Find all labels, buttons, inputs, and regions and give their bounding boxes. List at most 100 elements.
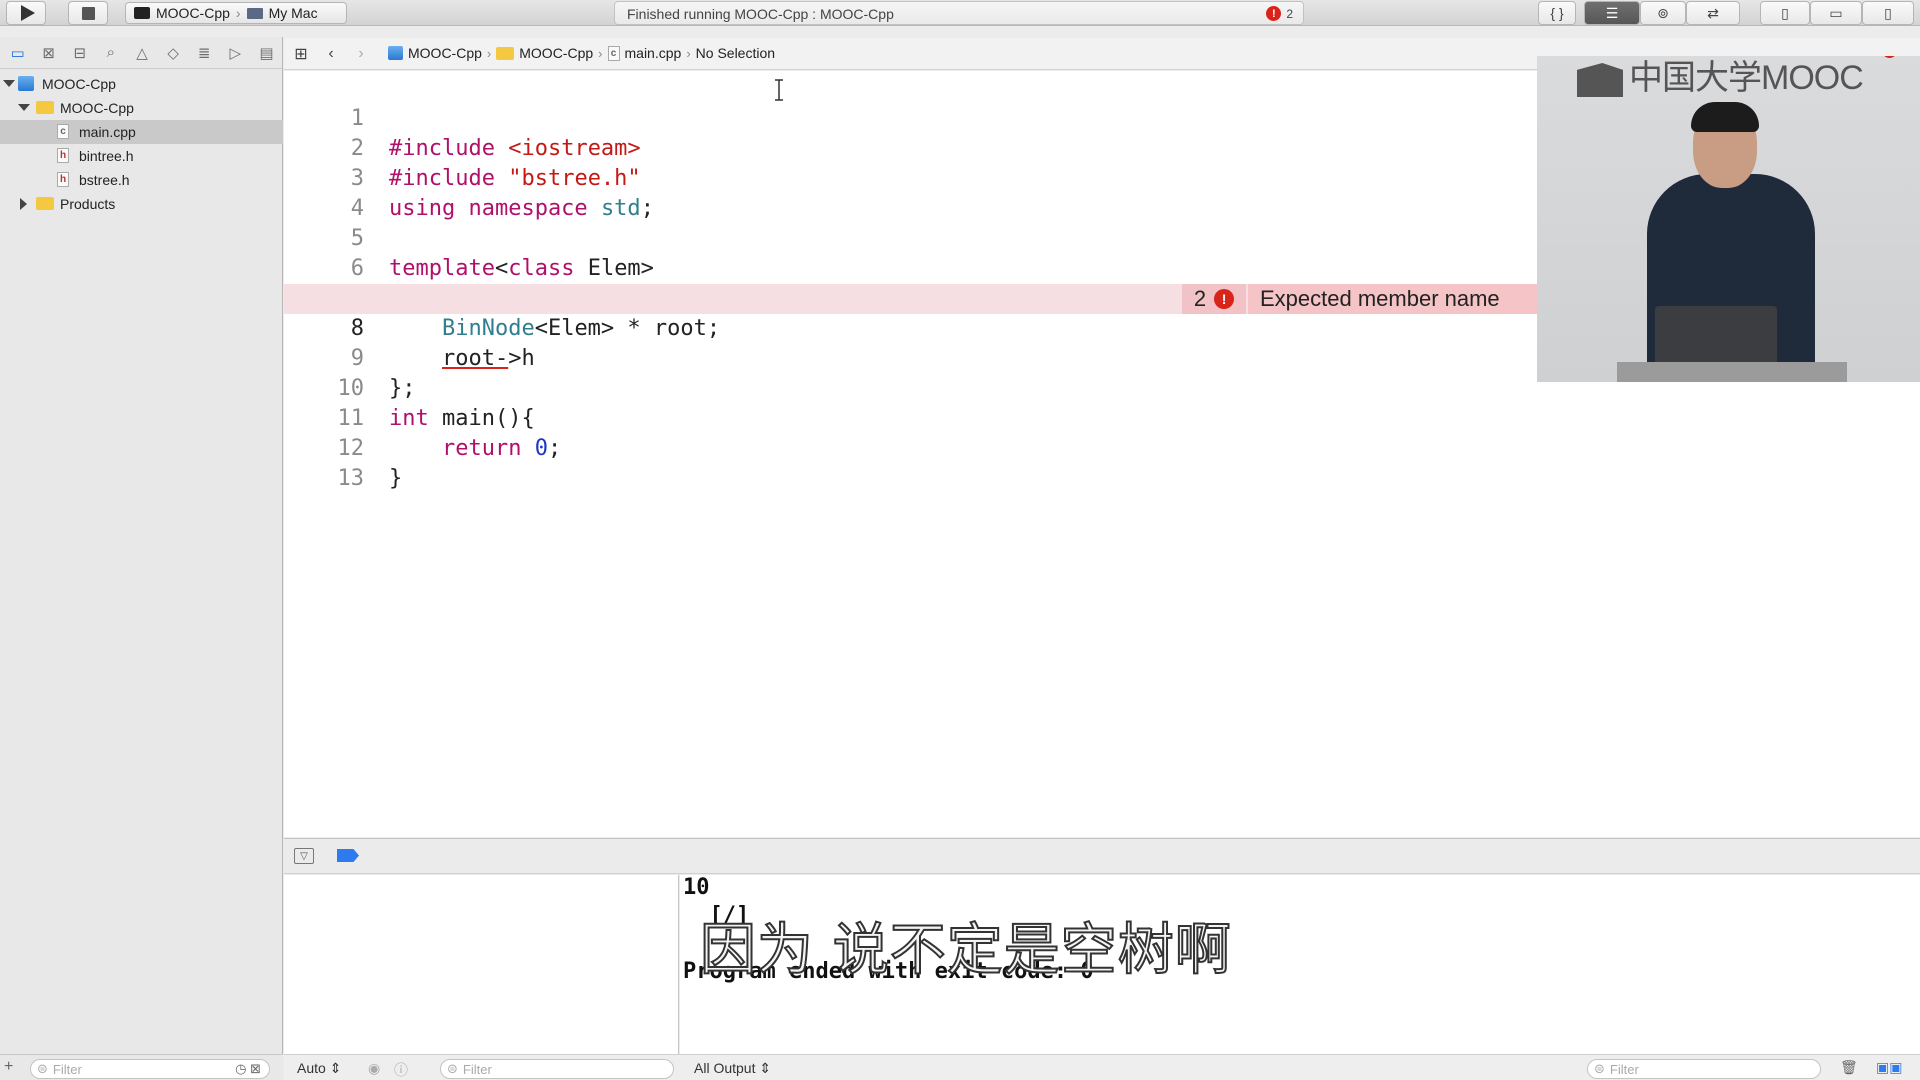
variables-filter-input[interactable]: ⊜ Filter [440, 1059, 674, 1079]
auto-label: Auto [297, 1060, 326, 1076]
breadcrumb-item[interactable]: MOOC-Cpp [519, 45, 593, 61]
header-file-icon: h [57, 148, 69, 163]
variables-view [284, 875, 679, 1080]
folder-icon [496, 46, 515, 60]
eye-icon[interactable]: ◉ [368, 1060, 380, 1077]
stop-button[interactable] [68, 1, 108, 25]
folder-tab-icon[interactable]: ▭ [2, 41, 33, 65]
lecturer-hair [1691, 102, 1759, 132]
line-number: 13 [337, 466, 365, 491]
warning-tab-icon[interactable]: △ [126, 41, 157, 65]
scheme-target: MOOC-Cpp [156, 5, 230, 21]
toggle-navigator-button[interactable]: ▯ [1760, 1, 1810, 25]
error-icon: ! [1266, 6, 1282, 21]
mooc-logo: 中国大学MOOC [1577, 56, 1864, 99]
recent-files-icon[interactable]: ◷ ⊠ [235, 1061, 261, 1077]
disclosure-down-icon[interactable] [3, 80, 15, 87]
project-navigator: ▭ ⊠ ⊟ ⌕ △ ◇ ≣ ▷ ▤ MOOC-Cpp MOOC-Cpp c ma… [0, 37, 283, 1080]
mooc-logo-icon [1577, 63, 1623, 98]
filter-placeholder: Filter [1609, 1061, 1639, 1077]
toolbar: MOOC-Cpp › My Mac Finished running MOOC-… [0, 0, 1920, 26]
code-snippet-button[interactable]: { } [1538, 1, 1576, 25]
breadcrumb: MOOC-Cpp › MOOC-Cpp › c main.cpp › No Se… [388, 45, 775, 61]
podium [1617, 362, 1847, 382]
navigator-filter-input[interactable]: ⊜ Filter ◷ ⊠ [30, 1059, 270, 1079]
forward-arrow-icon[interactable]: › [352, 45, 370, 62]
video-subtitle: 因为 说不定是空树啊 [699, 917, 1232, 984]
console-line: 10 [683, 875, 710, 900]
console-filter-input[interactable]: ⊜ Filter [1587, 1059, 1821, 1079]
info-icon[interactable]: ⓘ [394, 1060, 408, 1080]
error-icon: ! [1882, 56, 1898, 58]
nav-item-label: MOOC-Cpp [60, 100, 134, 116]
chevron-right-icon: › [598, 45, 603, 61]
back-arrow-icon[interactable]: ‹ [322, 45, 340, 62]
auto-scope-selector[interactable]: Auto ⇕ [297, 1060, 341, 1077]
standard-editor-button[interactable]: ☰ [1584, 1, 1640, 25]
nav-item-main-cpp[interactable]: c main.cpp [0, 120, 283, 144]
split-view-icon[interactable]: ▣▣ [1876, 1059, 1902, 1076]
report-tab-icon[interactable]: ▤ [251, 41, 282, 65]
text-cursor-icon [775, 79, 783, 101]
lecturer-video: ‹ ! › 中国大学MOOC [1537, 56, 1920, 382]
filter-icon: ⊜ [447, 1061, 458, 1076]
error-count: 2 [1193, 286, 1207, 311]
nav-item-project[interactable]: MOOC-Cpp [0, 72, 283, 96]
filter-placeholder: Filter [52, 1061, 82, 1077]
toggle-debug-button[interactable]: ▭ [1810, 1, 1862, 25]
nav-item-bintree-h[interactable]: h bintree.h [0, 144, 283, 168]
code-line: 13 [284, 434, 1920, 491]
source-control-tab-icon[interactable]: ⊠ [33, 41, 64, 65]
venn-icon: ⊚ [1657, 4, 1669, 21]
header-file-icon: h [57, 172, 69, 187]
folder-icon [36, 101, 54, 114]
breadcrumb-item[interactable]: main.cpp [625, 45, 682, 61]
assistant-editor-button[interactable]: ⊚ [1640, 1, 1686, 25]
breakpoint-tab-icon[interactable]: ▷ [220, 41, 251, 65]
output-selector[interactable]: All Output ⇕ [694, 1060, 771, 1077]
hide-debug-area-button[interactable]: ▽ [294, 848, 314, 864]
hierarchy-tab-icon[interactable]: ⊟ [64, 41, 95, 65]
chevron-down-icon: ▽ [300, 850, 308, 862]
trash-icon[interactable]: 🗑 [1840, 1059, 1858, 1076]
add-icon[interactable]: + [4, 1058, 13, 1076]
related-items-icon[interactable]: ⊞ [292, 46, 310, 63]
scheme-selector[interactable]: MOOC-Cpp › My Mac [125, 2, 347, 24]
debug-tab-icon[interactable]: ≣ [189, 41, 220, 65]
breadcrumb-item[interactable]: No Selection [696, 45, 775, 61]
chevron-left-icon: ‹ [1870, 56, 1875, 58]
status-error-indicator[interactable]: ! 2 [1266, 6, 1293, 21]
disclosure-down-icon[interactable] [18, 104, 30, 111]
test-tab-icon[interactable]: ◇ [158, 41, 189, 65]
navigator-tabs: ▭ ⊠ ⊟ ⌕ △ ◇ ≣ ▷ ▤ [0, 37, 282, 69]
cpp-file-icon: c [607, 45, 620, 61]
breakpoints-toggle-button[interactable] [337, 849, 359, 862]
status-text: Finished running MOOC-Cpp : MOOC-Cpp [627, 6, 894, 22]
debug-bottom-bar: Auto ⇕ ◉ ⓘ ⊜ Filter All Output ⇕ ⊜ Filte… [284, 1054, 1920, 1080]
run-button[interactable] [6, 1, 46, 25]
toggle-utilities-button[interactable]: ▯ [1862, 1, 1914, 25]
nav-item-label: MOOC-Cpp [42, 76, 116, 92]
chevron-right-icon: › [235, 5, 241, 21]
project-icon [18, 76, 34, 91]
mac-icon [246, 7, 263, 19]
error-count-badge[interactable]: 2 ! [1182, 284, 1246, 314]
laptop [1655, 306, 1777, 366]
error-icon: ! [1214, 289, 1235, 309]
chevron-right-icon: › [1905, 56, 1910, 58]
disclosure-right-icon[interactable] [20, 198, 27, 210]
nav-item-group[interactable]: MOOC-Cpp [0, 96, 283, 120]
scheme-device: My Mac [268, 5, 318, 21]
nav-item-products[interactable]: Products [0, 192, 283, 216]
navigator-filter-bar: + ⊜ Filter ◷ ⊠ [0, 1054, 283, 1080]
version-editor-button[interactable]: ⇄ [1686, 1, 1740, 25]
chevron-right-icon: › [686, 45, 691, 61]
lines-icon: ☰ [1605, 4, 1619, 21]
nav-item-label: Products [60, 196, 116, 212]
output-label: All Output [694, 1060, 756, 1076]
nav-item-bstree-h[interactable]: h bstree.h [0, 168, 283, 192]
code-line: 12 } [284, 404, 1920, 491]
search-tab-icon[interactable]: ⌕ [95, 41, 126, 65]
terminal-icon [134, 7, 150, 19]
breadcrumb-item[interactable]: MOOC-Cpp [408, 45, 482, 61]
